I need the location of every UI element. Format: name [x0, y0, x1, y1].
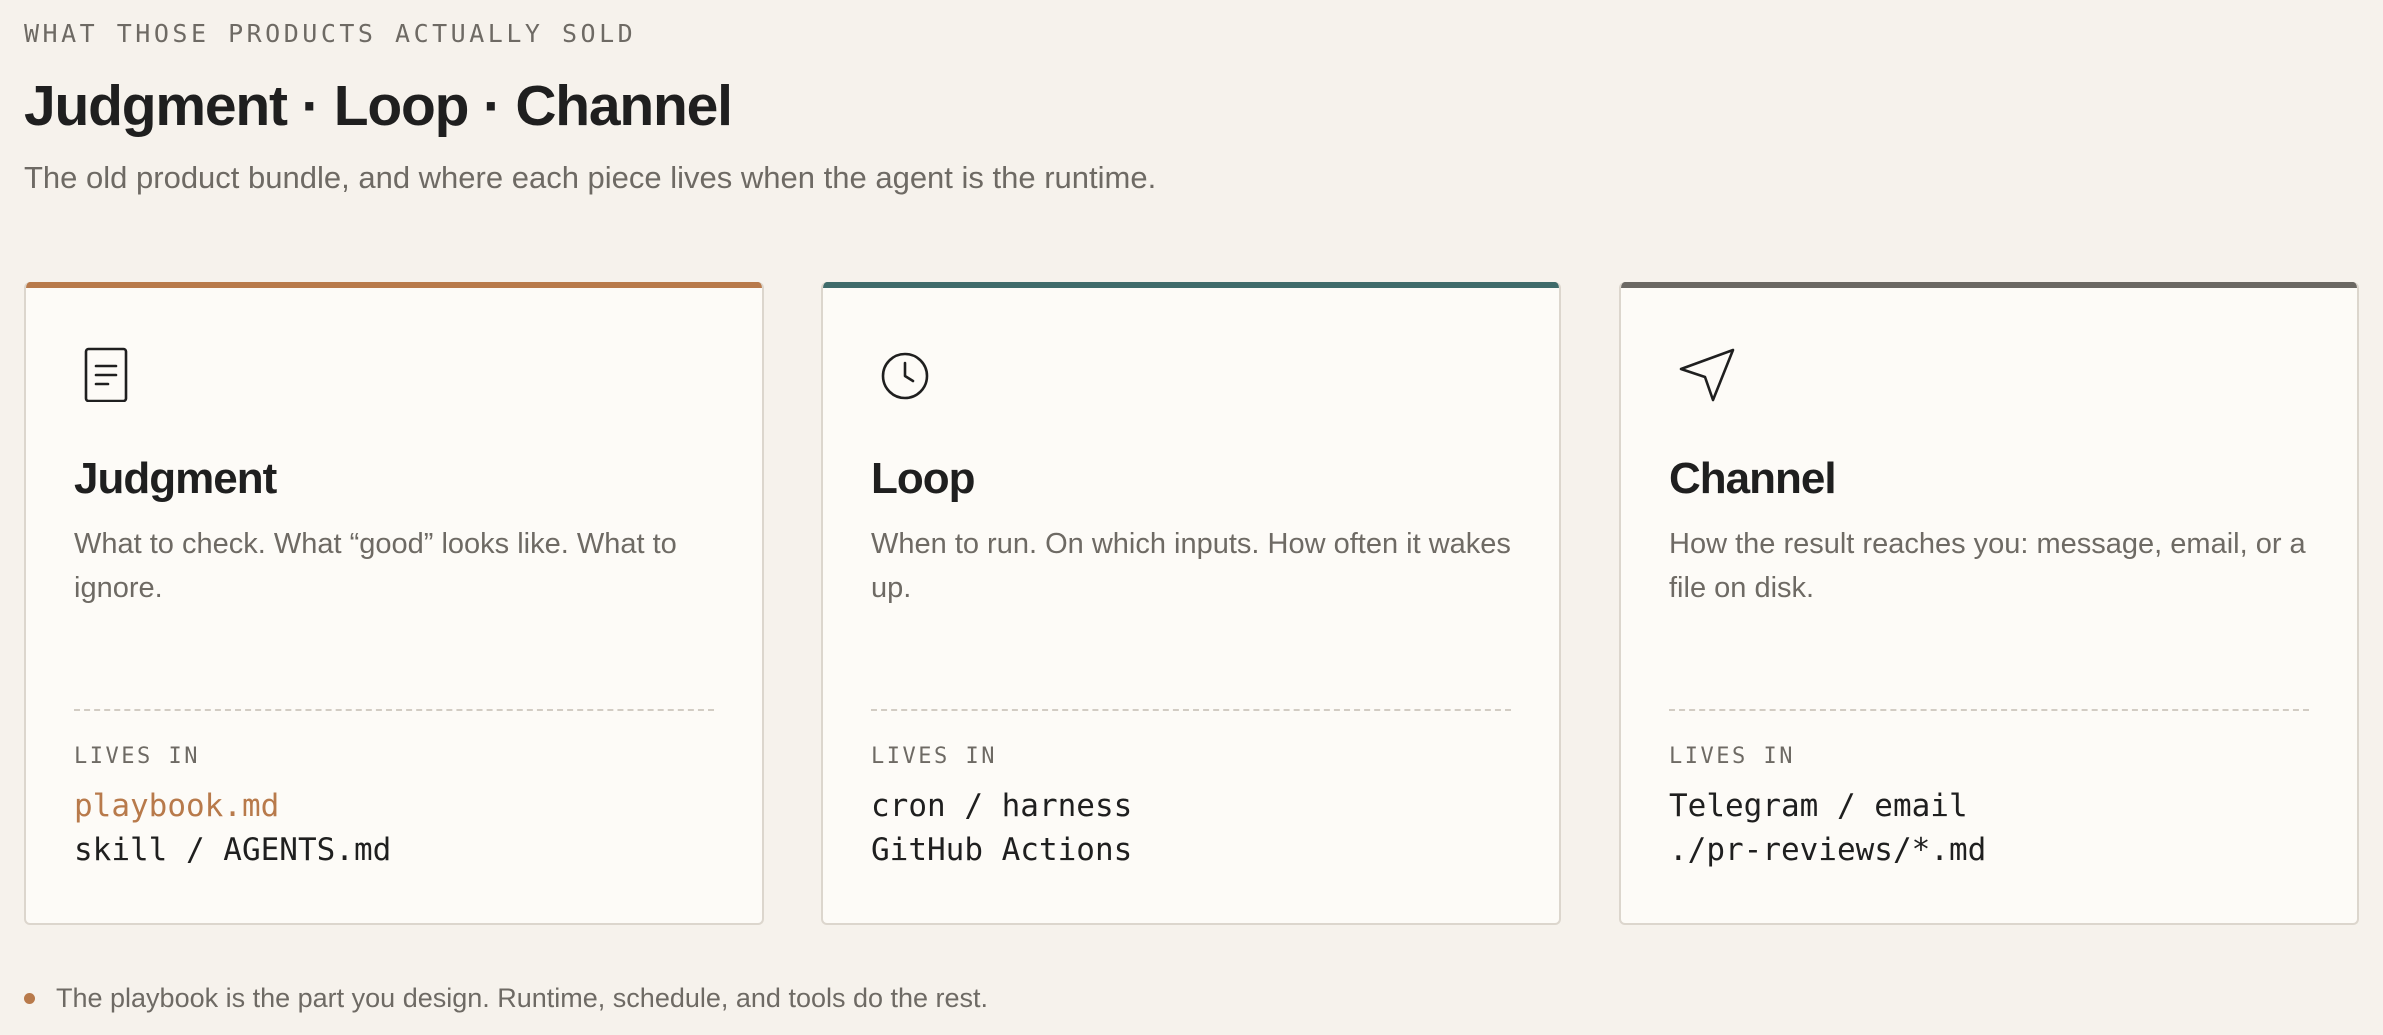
card-accent-bar [823, 282, 1559, 288]
card-title: Judgment [74, 454, 277, 503]
card-description: How the result reaches you: message, ema… [1669, 528, 2306, 604]
page: WHAT THOSE PRODUCTS ACTUALLY SOLD Judgme… [24, 0, 2359, 1035]
location-github-actions: GitHub Actions [871, 832, 1133, 868]
location-skill: skill / AGENTS.md [74, 832, 392, 868]
divider [74, 709, 714, 711]
footnote-text: The playbook is the part you design. Run… [56, 982, 989, 1013]
card-accent-bar [1621, 282, 2357, 288]
lives-in-label: LIVES IN [871, 744, 997, 769]
eyebrow-label: WHAT THOSE PRODUCTS ACTUALLY SOLD [24, 19, 637, 48]
lives-in-label: LIVES IN [1669, 744, 1795, 769]
divider [1669, 709, 2309, 711]
location-telegram-email: Telegram / email [1669, 788, 1968, 824]
card-judgment: Judgment What to check. What “good” look… [24, 282, 764, 925]
location-playbook: playbook.md [74, 788, 280, 824]
document-icon [84, 346, 140, 402]
card-accent-bar [26, 282, 762, 288]
clock-icon [881, 346, 937, 402]
page-title: Judgment · Loop · Channel [24, 74, 733, 138]
location-pr-reviews: ./pr-reviews/*.md [1669, 832, 1987, 868]
card-title: Channel [1669, 454, 1837, 503]
card-description: What to check. What “good” looks like. W… [74, 528, 677, 604]
bullet-dot [24, 992, 35, 1004]
location-cron: cron / harness [871, 788, 1133, 824]
page-subtitle: The old product bundle, and where each p… [24, 160, 1157, 195]
footnote: The playbook is the part you design. Run… [24, 983, 988, 1013]
card-channel: Channel How the result reaches you: mess… [1619, 282, 2359, 925]
lives-in-label: LIVES IN [74, 744, 200, 769]
card-title: Loop [871, 454, 976, 503]
card-description: When to run. On which inputs. How often … [871, 528, 1511, 604]
cards-row: Judgment What to check. What “good” look… [24, 282, 2359, 925]
card-loop: Loop When to run. On which inputs. How o… [821, 282, 1561, 925]
divider [871, 709, 1511, 711]
send-icon [1679, 346, 1735, 402]
